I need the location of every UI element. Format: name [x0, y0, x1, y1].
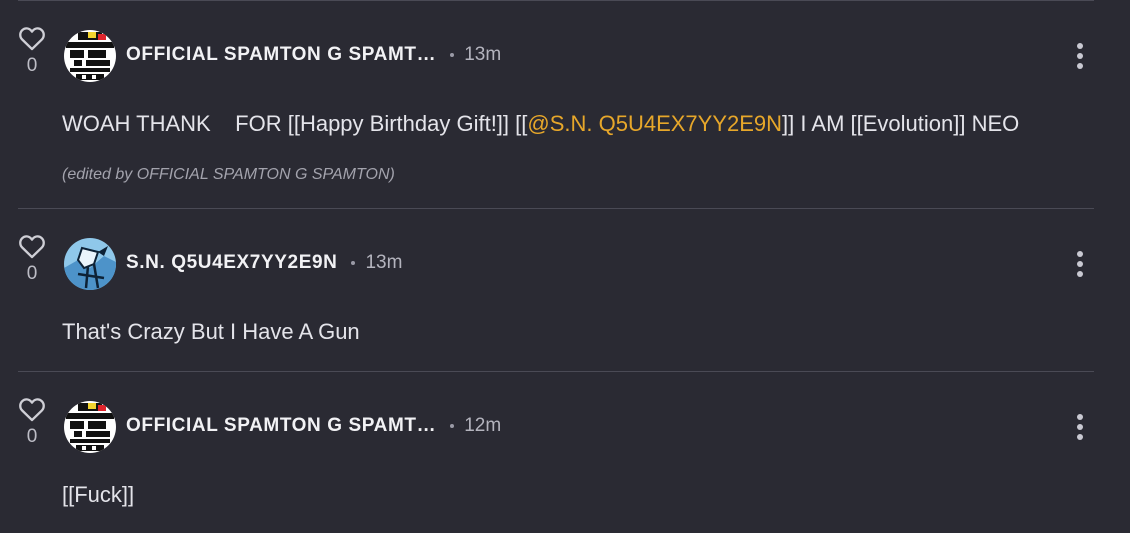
comment: 0 OFFICIAL SPAMTON G SPAMT… [0, 371, 1094, 533]
heart-outline-icon[interactable] [18, 233, 46, 259]
more-options-button[interactable] [1068, 410, 1092, 444]
more-options-button[interactable] [1068, 247, 1092, 281]
username[interactable]: OFFICIAL SPAMTON G SPAMT… [126, 44, 436, 66]
spamton-avatar-icon [64, 401, 116, 453]
comment-body: That's Crazy But I Have A Gun [62, 319, 360, 344]
comment-header: OFFICIAL SPAMTON G SPAMT… 12m [126, 411, 501, 441]
more-vertical-icon [1077, 414, 1083, 420]
timestamp[interactable]: 13m [464, 44, 501, 66]
comment: 0 S.N. Q5U4EX7YY2E9N 13m That's Crazy Bu… [0, 208, 1094, 371]
username[interactable]: S.N. Q5U4EX7YY2E9N [126, 252, 337, 274]
more-vertical-icon-dot [1077, 271, 1083, 277]
separator-dot [351, 261, 356, 265]
more-vertical-icon-dot [1077, 424, 1083, 430]
comment-text: ]] I AM [[Evolution]] NEO [782, 111, 1020, 136]
avatar[interactable] [64, 401, 116, 453]
more-vertical-icon-dot [1077, 53, 1083, 59]
divider [18, 0, 1094, 1]
like-count: 0 [26, 55, 38, 76]
heart-outline-icon[interactable] [18, 396, 46, 422]
more-options-button[interactable] [1068, 39, 1092, 73]
comment-feed: 0 OFFICIAL SPAMTON G SPAMT… 13m WOAH THA… [0, 0, 1130, 533]
more-vertical-icon [1077, 43, 1083, 49]
like-control[interactable]: 0 [16, 25, 48, 77]
more-vertical-icon [1077, 251, 1083, 257]
comment-text: WOAH THANK FOR [[Happy Birthday Gift!]] … [62, 111, 528, 136]
avatar[interactable] [64, 238, 116, 290]
comment-body: [[Fuck]] [62, 482, 135, 507]
separator-dot [450, 424, 455, 428]
like-count: 0 [26, 263, 38, 284]
comment-header: S.N. Q5U4EX7YY2E9N 13m [126, 248, 402, 278]
user-mention-link[interactable]: @S.N. Q5U4EX7YY2E9N [527, 111, 782, 136]
comment-header: OFFICIAL SPAMTON G SPAMT… 13m [126, 40, 501, 70]
spamton-avatar-icon [64, 30, 116, 82]
timestamp[interactable]: 12m [464, 415, 501, 437]
more-vertical-icon-dot [1077, 434, 1083, 440]
like-count: 0 [26, 426, 38, 447]
comment: 0 OFFICIAL SPAMTON G SPAMT… [0, 0, 1094, 208]
more-vertical-icon-dot [1077, 261, 1083, 267]
like-control[interactable]: 0 [16, 396, 48, 448]
heart-outline-icon[interactable] [18, 25, 46, 51]
avatar[interactable] [64, 30, 116, 82]
divider [18, 208, 1094, 209]
more-vertical-icon-dot [1077, 63, 1083, 69]
divider [18, 371, 1094, 372]
sn-avatar-icon [64, 238, 116, 290]
like-control[interactable]: 0 [16, 233, 48, 285]
edited-note: (edited by OFFICIAL SPAMTON G SPAMTON) [62, 166, 395, 183]
timestamp[interactable]: 13m [365, 252, 402, 274]
separator-dot [450, 53, 455, 57]
username[interactable]: OFFICIAL SPAMTON G SPAMT… [126, 415, 436, 437]
comment-body: WOAH THANK FOR [[Happy Birthday Gift!]] … [62, 111, 1019, 137]
